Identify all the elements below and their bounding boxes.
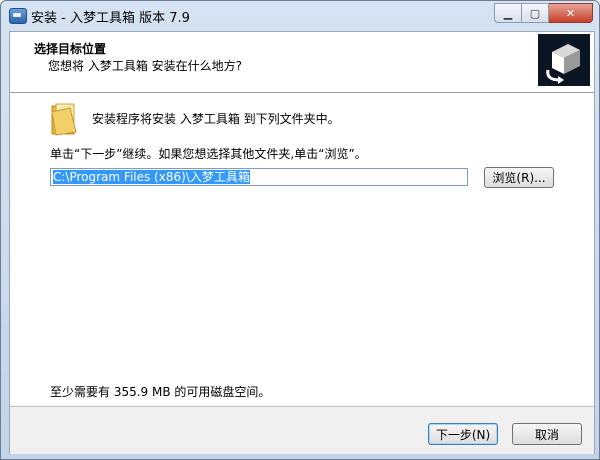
page-title: 选择目标位置 [34,42,107,56]
browse-button[interactable]: 浏览(R)... [484,167,554,188]
wizard-footer: 下一步(N) 取消 [10,406,594,454]
disk-space-text: 至少需要有 355.9 MB 的可用磁盘空间。 [50,385,271,399]
wizard-client: 选择目标位置 您想将 入梦工具箱 安装在什么地方? 安装程序将安装 入梦工具箱 … [9,31,595,454]
wizard-body: 安装程序将安装 入梦工具箱 到下列文件夹中。 单击“下一步”继续。如果您想选择其… [10,93,594,405]
installer-logo-icon [538,34,590,86]
window-title: 安装 - 入梦工具箱 版本 7.9 [31,11,190,26]
minimize-button[interactable]: ▁ [494,3,522,23]
installer-window: 安装 - 入梦工具箱 版本 7.9 ▁ ▢ ✕ 选择目标位置 您想将 入梦工具箱… [0,0,600,460]
title-bar[interactable]: 安装 - 入梦工具箱 版本 7.9 ▁ ▢ ✕ [1,1,599,31]
wizard-header: 选择目标位置 您想将 入梦工具箱 安装在什么地方? [10,32,594,93]
app-icon [9,8,27,24]
window-controls: ▁ ▢ ✕ [494,3,593,23]
maximize-button[interactable]: ▢ [522,3,549,23]
next-button[interactable]: 下一步(N) [428,423,498,445]
page-subtitle: 您想将 入梦工具箱 安装在什么地方? [48,59,242,73]
install-info-text: 安装程序将安装 入梦工具箱 到下列文件夹中。 [92,112,340,126]
instruction-text: 单击“下一步”继续。如果您想选择其他文件夹,单击“浏览”。 [50,147,367,161]
close-button[interactable]: ✕ [549,3,593,23]
cancel-button[interactable]: 取消 [512,423,582,445]
folder-icon [50,102,78,139]
install-path-input[interactable]: C:\Program Files (x86)\入梦工具箱 [50,168,468,186]
install-path-value: C:\Program Files (x86)\入梦工具箱 [53,170,250,184]
